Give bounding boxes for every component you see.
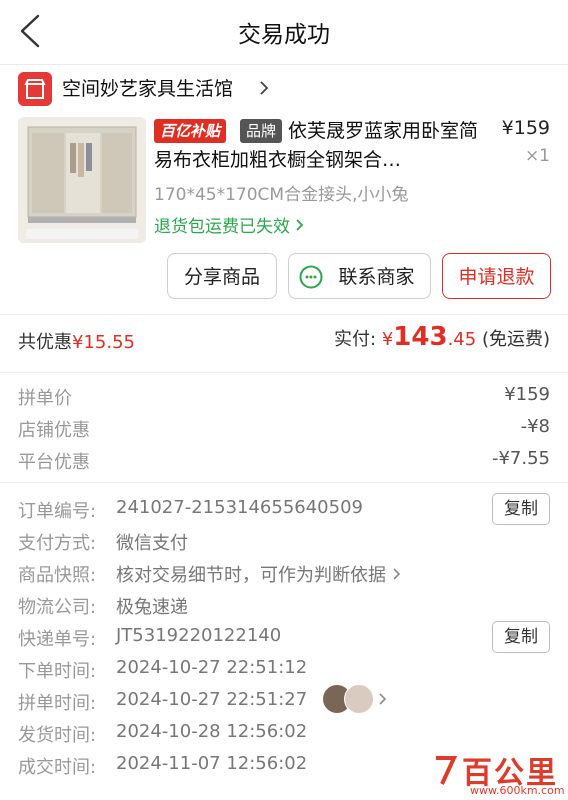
order-number: 241027-215314655640509 [116, 497, 363, 518]
group-members[interactable] [322, 684, 374, 714]
paid-amount-int: 143 [393, 322, 448, 352]
order-label: 商品快照: [18, 565, 97, 586]
paid-label: 实付: [334, 329, 377, 350]
order-label: 快递单号: [18, 629, 97, 650]
price-row: 拼单价 ¥159 [18, 384, 550, 412]
price-value: ¥159 [504, 384, 550, 405]
total-discount: 共优惠¥15.55 [18, 328, 135, 354]
paid-currency: ¥ [381, 329, 394, 350]
paid-note: (免运费) [481, 329, 550, 350]
store-name: 空间妙艺家具生活馆 [62, 78, 234, 100]
group-time: 2024-10-27 22:51:27 [116, 689, 308, 710]
order-row: 订单编号: 241027-215314655640509 [18, 497, 550, 525]
price-value: -¥7.55 [491, 448, 550, 469]
chevron-right-icon [393, 568, 400, 580]
copy-tracking-number-button[interactable]: 复制 [492, 621, 550, 653]
order-label: 订单编号: [18, 501, 97, 522]
copy-order-number-button[interactable]: 复制 [492, 493, 550, 525]
divider [0, 64, 568, 65]
order-row: 物流公司: 极兔速递 [18, 593, 550, 621]
price-label: 拼单价 [18, 388, 72, 409]
order-label: 拼单时间: [18, 693, 97, 714]
order-row: 拼单时间: 2024-10-27 22:51:27 [18, 689, 550, 717]
share-product-button[interactable]: 分享商品 [167, 253, 277, 299]
order-row: 发货时间: 2024-10-28 12:56:02 [18, 721, 550, 749]
watermark-logo-icon [436, 756, 458, 785]
store-icon [18, 72, 52, 106]
order-label: 下单时间: [18, 661, 97, 682]
avatar [344, 684, 374, 714]
product-quantity: ×1 [524, 146, 550, 166]
divider [0, 314, 568, 315]
refund-note-text: 退货包运费已失效 [154, 217, 290, 237]
order-time: 2024-10-27 22:51:12 [116, 657, 308, 678]
chevron-right-icon [260, 81, 269, 95]
divider [0, 372, 568, 373]
chevron-right-icon[interactable] [378, 691, 388, 707]
order-label: 支付方式: [18, 533, 97, 554]
logistics-company: 极兔速递 [116, 597, 188, 618]
price-value: -¥8 [520, 416, 550, 437]
payment-summary: 共优惠¥15.55 实付: ¥143.45 (免运费) [0, 322, 568, 362]
order-row: 下单时间: 2024-10-27 22:51:12 [18, 657, 550, 685]
watermark: 百公里 www.600km.com [432, 748, 565, 797]
price-row: 平台优惠 -¥7.55 [18, 448, 550, 476]
discount-label: 共优惠 [18, 332, 72, 353]
actual-paid: 实付: ¥143.45 (免运费) [334, 322, 550, 352]
chat-icon [299, 265, 323, 289]
payment-method: 微信支付 [116, 533, 188, 554]
order-label: 物流公司: [18, 597, 97, 618]
chevron-right-icon [296, 219, 304, 231]
product-price: ¥159 [501, 117, 550, 139]
product-card[interactable]: 依芙晟罗蓝家用卧室简易布衣柜加粗衣橱全钢架合… 百亿补贴 品牌 ¥159 ×1 … [0, 112, 568, 252]
ship-time: 2024-10-28 12:56:02 [116, 721, 308, 742]
price-label: 平台优惠 [18, 452, 90, 473]
product-spec: 170*45*170CM合金接头,小小兔 [154, 185, 409, 205]
price-row: 店铺优惠 -¥8 [18, 416, 550, 444]
product-image[interactable] [18, 117, 146, 243]
request-refund-button[interactable]: 申请退款 [442, 253, 551, 299]
order-label: 发货时间: [18, 725, 97, 746]
store-row[interactable]: 空间妙艺家具生活馆 [0, 66, 568, 112]
order-row: 支付方式: 微信支付 [18, 529, 550, 557]
deal-time: 2024-11-07 12:56:02 [116, 753, 308, 774]
price-label: 店铺优惠 [18, 420, 90, 441]
order-row: 快递单号: JT5319220122140 [18, 625, 550, 653]
refund-shipping-note[interactable]: 退货包运费已失效 [154, 212, 305, 237]
subsidy-badge: 百亿补贴 [154, 119, 227, 143]
divider [0, 482, 568, 483]
watermark-url: www.600km.com [470, 784, 565, 797]
contact-seller-label: 联系商家 [338, 266, 415, 288]
tracking-number: JT5319220122140 [116, 625, 282, 646]
contact-seller-button[interactable]: 联系商家 [288, 253, 431, 299]
top-bar: 交易成功 [0, 0, 568, 62]
order-label: 成交时间: [18, 757, 97, 778]
snapshot-link[interactable]: 核对交易细节时，可作为判断依据 [116, 561, 402, 587]
wardrobe-image [18, 117, 146, 243]
snapshot-text: 核对交易细节时，可作为判断依据 [116, 565, 386, 586]
paid-amount-dec: .45 [447, 329, 477, 350]
order-row[interactable]: 商品快照: 核对交易细节时，可作为判断依据 [18, 561, 550, 589]
brand-badge: 品牌 [240, 119, 283, 143]
discount-value: ¥15.55 [72, 332, 135, 353]
page-title: 交易成功 [238, 22, 330, 48]
